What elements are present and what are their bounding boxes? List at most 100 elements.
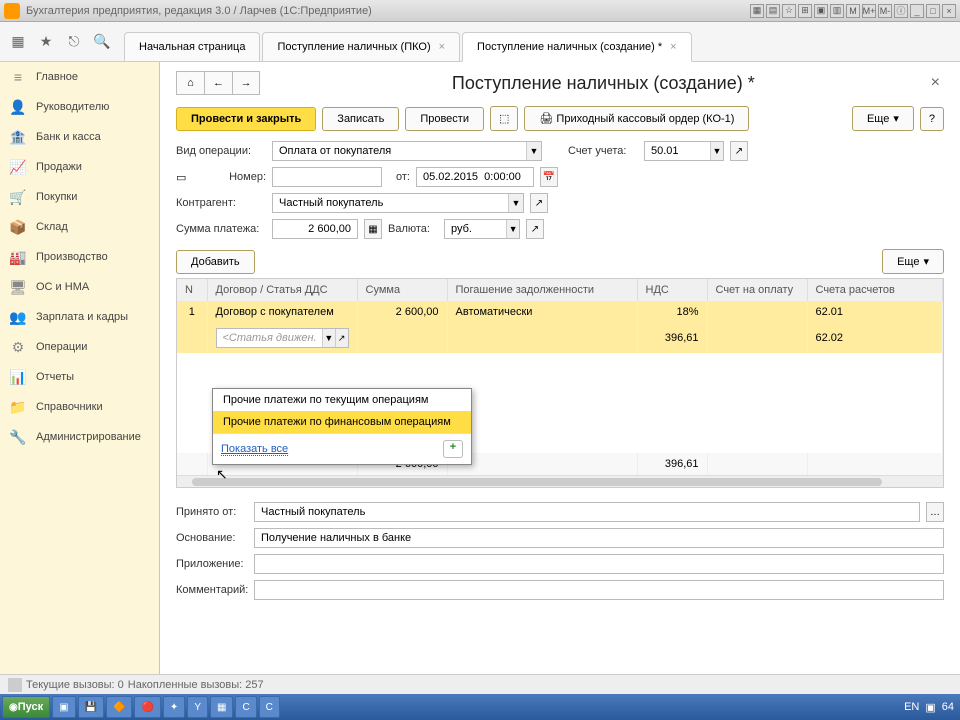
- tb-icon-3[interactable]: ☆: [782, 4, 796, 18]
- chevron-down-icon[interactable]: ▼: [508, 194, 523, 212]
- minimize-button[interactable]: _: [910, 4, 924, 18]
- link-icon[interactable]: ⎋: [62, 30, 86, 54]
- open-icon[interactable]: ↗: [335, 329, 348, 347]
- task-app-4[interactable]: ✦: [163, 696, 185, 718]
- chevron-down-icon[interactable]: ▼: [526, 142, 541, 160]
- sidebar-item-main[interactable]: ≡Главное: [0, 62, 159, 92]
- post-and-close-button[interactable]: Провести и закрыть: [176, 107, 316, 131]
- add-row-button[interactable]: Добавить: [176, 250, 255, 274]
- calculator-button[interactable]: ▦: [364, 219, 382, 239]
- h-scrollbar[interactable]: [177, 475, 943, 487]
- back-button[interactable]: ←: [204, 71, 232, 95]
- basis-input[interactable]: [254, 528, 944, 548]
- tb-m[interactable]: M: [846, 4, 860, 18]
- tb-mplus[interactable]: M+: [862, 4, 876, 18]
- scroll-thumb[interactable]: [192, 478, 881, 486]
- close-button[interactable]: ×: [942, 4, 956, 18]
- sidebar-item-warehouse[interactable]: 📦Склад: [0, 212, 159, 242]
- dds-dropdown[interactable]: Прочие платежи по текущим операциям Проч…: [212, 388, 472, 465]
- star-icon[interactable]: ★: [34, 30, 58, 54]
- cell-sum[interactable]: 2 600,00: [357, 301, 447, 323]
- dropdown-item-selected[interactable]: Прочие платежи по финансовым операциям: [213, 411, 471, 433]
- cell-accounts[interactable]: 62.01: [807, 301, 943, 323]
- sidebar-item-manager[interactable]: 👤Руководителю: [0, 92, 159, 122]
- from-input[interactable]: [254, 502, 920, 522]
- sidebar-item-assets[interactable]: 🖥ОС и НМА: [0, 272, 159, 302]
- counterparty-select[interactable]: ▼: [272, 193, 524, 213]
- table-row[interactable]: 1 Договор с покупателем 2 600,00 Автомат…: [177, 301, 943, 323]
- save-button[interactable]: Записать: [322, 107, 399, 131]
- sidebar-item-reports[interactable]: 📊Отчеты: [0, 362, 159, 392]
- attach-input[interactable]: [254, 554, 944, 574]
- movements-button[interactable]: ⬚: [490, 106, 518, 131]
- forward-button[interactable]: →: [232, 71, 260, 95]
- task-app-6[interactable]: ▦: [210, 696, 233, 718]
- chevron-down-icon[interactable]: ▼: [322, 329, 335, 347]
- sidebar-item-catalogs[interactable]: 📁Справочники: [0, 392, 159, 422]
- close-page-button[interactable]: ×: [927, 70, 944, 96]
- account-open-button[interactable]: ↗: [730, 141, 748, 161]
- tb-info-icon[interactable]: ⓘ: [894, 4, 908, 18]
- cell-vat-sum[interactable]: 396,61: [637, 323, 707, 353]
- date-input[interactable]: [416, 167, 534, 187]
- task-app-5[interactable]: Y: [187, 696, 208, 718]
- chevron-down-icon[interactable]: ▼: [710, 142, 723, 160]
- tb-icon-1[interactable]: ▦: [750, 4, 764, 18]
- cell-vat[interactable]: 18%: [637, 301, 707, 323]
- tb-icon-4[interactable]: ⊞: [798, 4, 812, 18]
- dds-input[interactable]: [217, 329, 322, 347]
- print-pko-button[interactable]: 🖨 Приходный кассовый ордер (КО-1): [524, 106, 749, 131]
- cell-contract[interactable]: Договор с покупателем: [207, 301, 357, 323]
- dropdown-item[interactable]: Прочие платежи по текущим операциям: [213, 389, 471, 411]
- apps-icon[interactable]: ▦: [6, 30, 30, 54]
- sidebar-item-production[interactable]: 🏭Производство: [0, 242, 159, 272]
- more-actions-button[interactable]: Еще ▾: [852, 106, 914, 131]
- task-app-2[interactable]: 🔶: [106, 696, 132, 718]
- add-item-button[interactable]: +: [443, 440, 463, 458]
- post-button[interactable]: Провести: [405, 107, 484, 131]
- start-button[interactable]: ◉ Пуск: [2, 696, 50, 718]
- sum-input[interactable]: [272, 219, 358, 239]
- help-button[interactable]: ?: [920, 107, 944, 131]
- calendar-button[interactable]: 📅: [540, 167, 558, 187]
- task-explorer[interactable]: ▣: [52, 696, 75, 718]
- home-button[interactable]: ⌂: [176, 71, 204, 95]
- op-type-select[interactable]: ▼: [272, 141, 542, 161]
- account-input[interactable]: [645, 142, 710, 160]
- task-app-8[interactable]: C: [259, 696, 280, 718]
- tb-mminus[interactable]: M-: [878, 4, 892, 18]
- counterparty-input[interactable]: [273, 194, 508, 212]
- op-type-input[interactable]: [273, 142, 526, 160]
- counterparty-open-button[interactable]: ↗: [530, 193, 548, 213]
- currency-input[interactable]: [445, 220, 506, 238]
- task-app-3[interactable]: 🔴: [134, 696, 160, 718]
- chevron-down-icon[interactable]: ▼: [506, 220, 519, 238]
- lang-indicator[interactable]: EN: [904, 701, 919, 713]
- sidebar-item-admin[interactable]: 🔧Администрирование: [0, 422, 159, 452]
- sidebar-item-bank[interactable]: 🏦Банк и касса: [0, 122, 159, 152]
- number-input[interactable]: [272, 167, 382, 187]
- sidebar-item-sales[interactable]: 📈Продажи: [0, 152, 159, 182]
- tb-icon-2[interactable]: ▤: [766, 4, 780, 18]
- tab-pko-list[interactable]: Поступление наличных (ПКО)×: [262, 32, 460, 61]
- comment-input[interactable]: [254, 580, 944, 600]
- tab-close-icon[interactable]: ×: [439, 41, 445, 53]
- tb-icon-6[interactable]: ▥: [830, 4, 844, 18]
- system-tray[interactable]: EN ▣ 64: [904, 701, 958, 714]
- currency-open-button[interactable]: ↗: [526, 219, 544, 239]
- cell-invoice[interactable]: [707, 301, 807, 323]
- sidebar-item-payroll[interactable]: 👥Зарплата и кадры: [0, 302, 159, 332]
- account-select[interactable]: ▼: [644, 141, 724, 161]
- show-all-link[interactable]: Показать все: [221, 443, 288, 456]
- table-more-button[interactable]: Еще ▾: [882, 249, 944, 274]
- tab-home[interactable]: Начальная страница: [124, 32, 260, 61]
- cell-accounts[interactable]: 62.02: [807, 323, 943, 353]
- tb-icon-5[interactable]: ▣: [814, 4, 828, 18]
- sidebar-item-purchases[interactable]: 🛒Покупки: [0, 182, 159, 212]
- search-icon[interactable]: 🔍: [90, 30, 114, 54]
- cell-repay[interactable]: Автоматически: [447, 301, 637, 323]
- task-app-1[interactable]: 💾: [78, 696, 104, 718]
- sidebar-item-operations[interactable]: ⚙Операции: [0, 332, 159, 362]
- tab-pko-create[interactable]: Поступление наличных (создание) *×: [462, 32, 692, 62]
- currency-select[interactable]: ▼: [444, 219, 520, 239]
